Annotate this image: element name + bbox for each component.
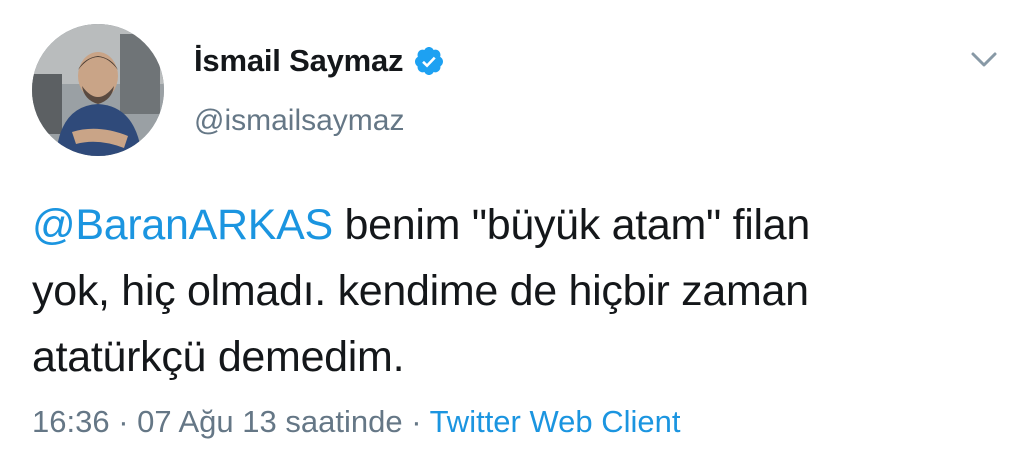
mention-link[interactable]: @BaranARKAS — [32, 201, 333, 249]
chevron-down-icon[interactable] — [968, 48, 1000, 72]
author-name-row: İsmail Saymaz — [194, 38, 445, 84]
tweet-text: @BaranARKAS benim "büyük atam" filan yok… — [32, 192, 992, 390]
verified-badge-icon — [413, 45, 445, 77]
tweet-text-line3: atatürkçü demedim. — [32, 333, 405, 381]
avatar-image — [32, 24, 164, 156]
tweet-text-line1: benim "büyük atam" filan — [332, 201, 811, 249]
tweet-card: İsmail Saymaz @ismailsaymaz @BaranARKAS … — [0, 0, 1024, 452]
author-handle[interactable]: @ismailsaymaz — [194, 104, 404, 138]
tweet-timestamp[interactable]: 16:36 · 07 Ağu 13 saatinde · — [32, 404, 430, 439]
tweet-source-link[interactable]: Twitter Web Client — [430, 404, 681, 439]
tweet-metadata: 16:36 · 07 Ağu 13 saatinde · Twitter Web… — [32, 404, 681, 440]
avatar[interactable] — [32, 24, 164, 156]
author-display-name[interactable]: İsmail Saymaz — [194, 43, 404, 79]
tweet-text-line2: yok, hiç olmadı. kendime de hiçbir zaman — [32, 267, 809, 315]
